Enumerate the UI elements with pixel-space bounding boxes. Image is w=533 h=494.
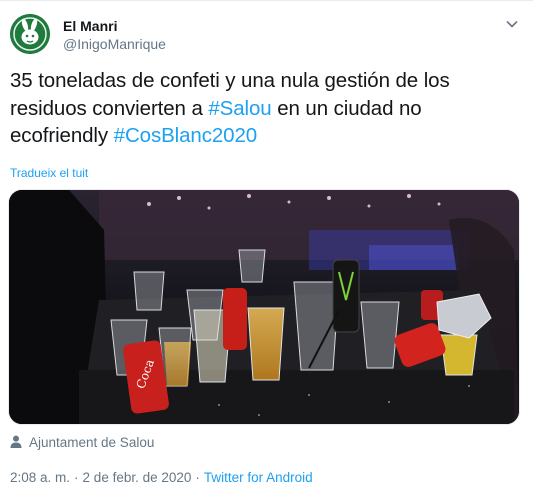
tweet-source[interactable]: Twitter for Android: [204, 470, 313, 485]
tweet-photo[interactable]: Coca: [8, 189, 520, 425]
rabbit-logo-icon: [10, 14, 50, 54]
translate-link[interactable]: Tradueix el tuit: [10, 166, 88, 180]
user-handle[interactable]: @InigoManrique: [63, 36, 166, 52]
person-icon: [10, 435, 22, 448]
tweet-text-line3-pre: ecofriendly: [10, 124, 114, 147]
tweet-text: 35 toneladas de confeti y una nula gesti…: [10, 67, 525, 150]
hashtag-salou[interactable]: #Salou: [208, 97, 271, 120]
tweet-text-line2-pre: residuos convierten a: [10, 96, 209, 120]
tweet-text-line2-post: en un ciudad no: [271, 96, 422, 120]
user-name[interactable]: El Manri: [63, 18, 117, 34]
tweet-location[interactable]: Ajuntament de Salou: [29, 435, 154, 450]
chevron-down-icon[interactable]: [504, 16, 520, 32]
hashtag-cosblanc[interactable]: #CosBlanc2020: [114, 124, 258, 147]
tweet-card: El Manri @InigoManrique 35 toneladas de …: [0, 0, 533, 494]
tweet-time[interactable]: 2:08 a. m.: [10, 470, 70, 485]
meta-separator: ·: [74, 470, 79, 485]
meta-separator-2: ·: [195, 470, 200, 485]
tweet-text-line1: 35 toneladas de confeti y una nula gesti…: [10, 69, 450, 92]
top-divider: [0, 0, 533, 1]
tweet-metadata: 2:08 a. m. · 2 de febr. de 2020 · Twitter fo…: [10, 470, 313, 485]
avatar[interactable]: [10, 14, 50, 54]
tweet-date[interactable]: 2 de febr. de 2020: [83, 470, 192, 485]
